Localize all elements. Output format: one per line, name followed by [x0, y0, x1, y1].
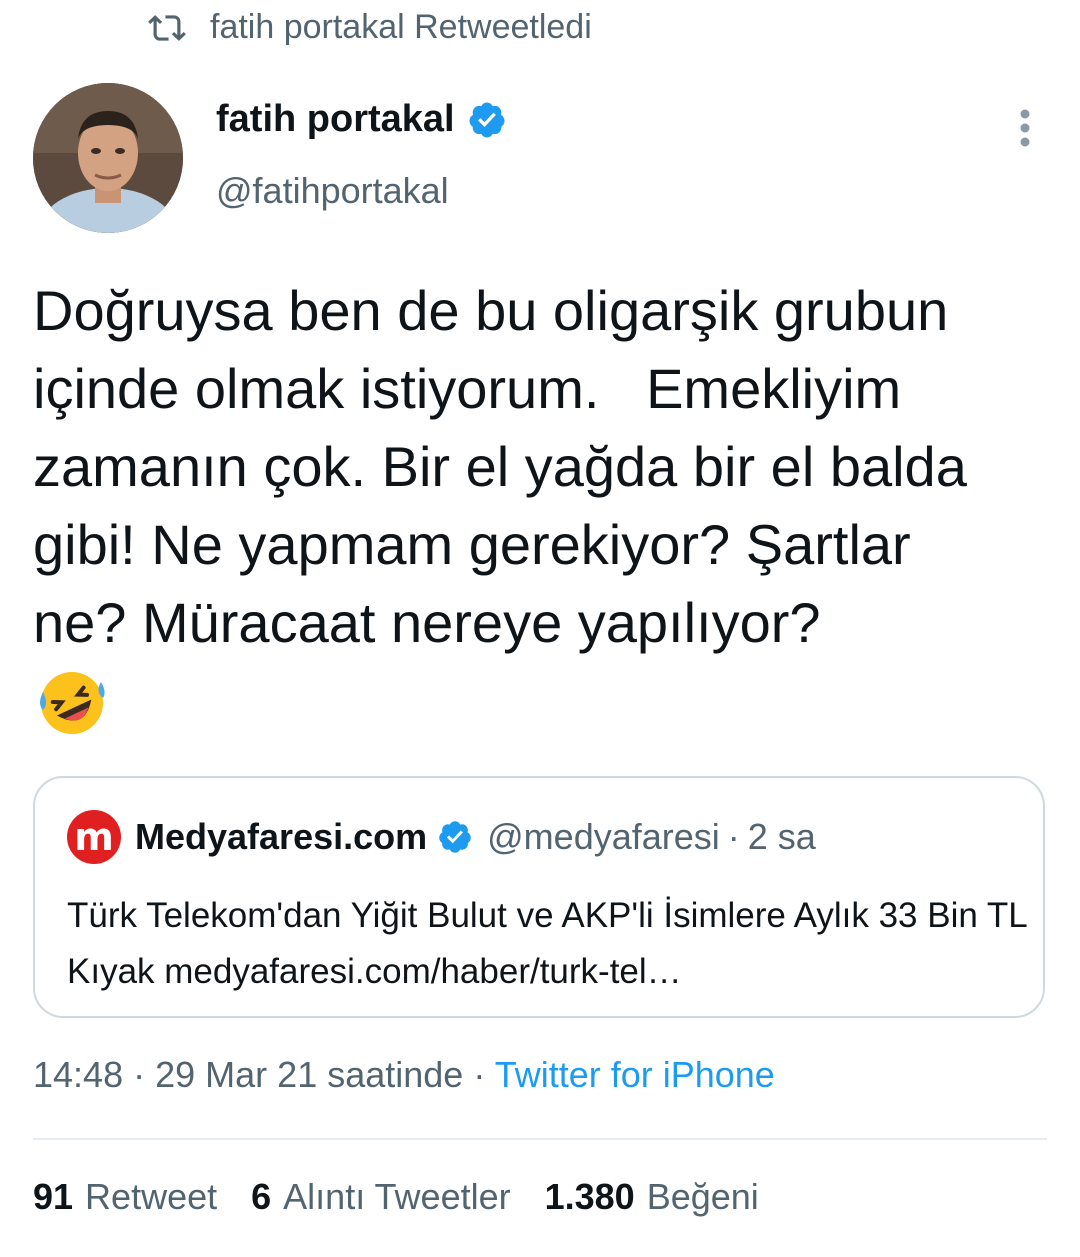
- divider: [33, 1138, 1047, 1140]
- retweets-count: 91: [33, 1176, 74, 1217]
- verified-badge-icon: [469, 102, 505, 137]
- likes-label: Beğeni: [646, 1176, 759, 1217]
- author-name-row[interactable]: fatih portakal: [216, 98, 507, 141]
- tweet-time: 14:48: [33, 1054, 124, 1095]
- quoted-tweet-header: m Medyafaresi.com @medyafaresi · 2 sa: [67, 810, 816, 864]
- author-handle[interactable]: @fatihportakal: [216, 170, 449, 212]
- engagement-stats: 91 Retweet 6 Alıntı Tweetler 1.380 Beğeni: [33, 1176, 793, 1218]
- retweet-icon: [148, 14, 186, 41]
- retweet-header[interactable]: fatih portakal Retweetledi: [148, 8, 592, 47]
- tweet-text: Doğruysa ben de bu oligarşik grubun için…: [33, 279, 967, 654]
- likes-stat[interactable]: 1.380 Beğeni: [545, 1176, 759, 1218]
- tweet-date: 29 Mar 21 saatinde: [155, 1054, 464, 1095]
- quoted-separator: ·: [727, 816, 740, 857]
- rolling-laughing-emoji-icon: [40, 672, 105, 734]
- quotes-stat[interactable]: 6 Alıntı Tweetler: [251, 1176, 510, 1218]
- retweets-label: Retweet: [85, 1176, 218, 1217]
- quoted-tweet-text: Türk Telekom'dan Yiğit Bulut ve AKP'li İ…: [67, 896, 1027, 991]
- tweet-meta: 14:48 · 29 Mar 21 saatinde · Twitter for…: [33, 1054, 775, 1096]
- more-options-icon[interactable]: [1008, 106, 1042, 150]
- quoted-timestamp: 2 sa: [747, 816, 816, 857]
- retweets-stat[interactable]: 91 Retweet: [33, 1176, 217, 1218]
- quotes-count: 6: [251, 1176, 272, 1217]
- retweet-label: fatih portakal Retweetledi: [210, 8, 592, 46]
- meta-separator: ·: [473, 1054, 486, 1095]
- tweet-source-link[interactable]: Twitter for iPhone: [495, 1054, 775, 1095]
- quotes-label: Alıntı Tweetler: [283, 1176, 511, 1217]
- quoted-author-name: Medyafaresi.com: [135, 816, 428, 857]
- meta-separator: ·: [133, 1054, 146, 1095]
- profile-photo: [33, 83, 183, 233]
- author-name: fatih portakal: [216, 98, 455, 140]
- quoted-tweet-card[interactable]: m Medyafaresi.com @medyafaresi · 2 sa Tü…: [33, 776, 1045, 1018]
- quoted-author-handle: @medyafaresi: [487, 816, 720, 857]
- medyafaresi-logo-icon: m: [67, 810, 121, 864]
- likes-count: 1.380: [544, 1176, 635, 1217]
- avatar[interactable]: [33, 83, 183, 233]
- verified-badge-icon: [439, 821, 471, 853]
